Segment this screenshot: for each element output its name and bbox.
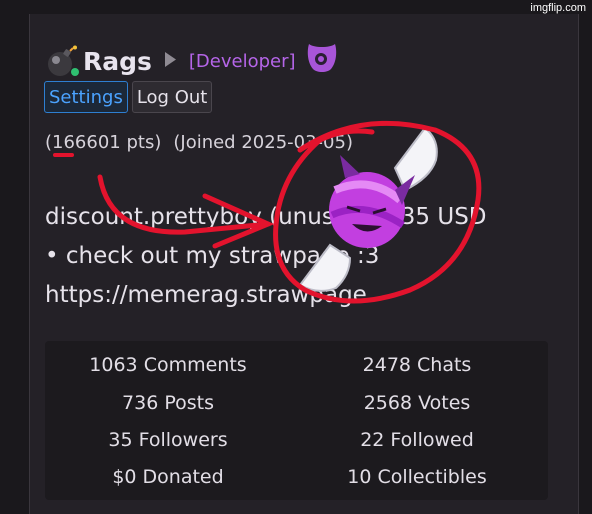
- annotation-overlay: [53, 120, 482, 304]
- candy-icon: [298, 126, 438, 292]
